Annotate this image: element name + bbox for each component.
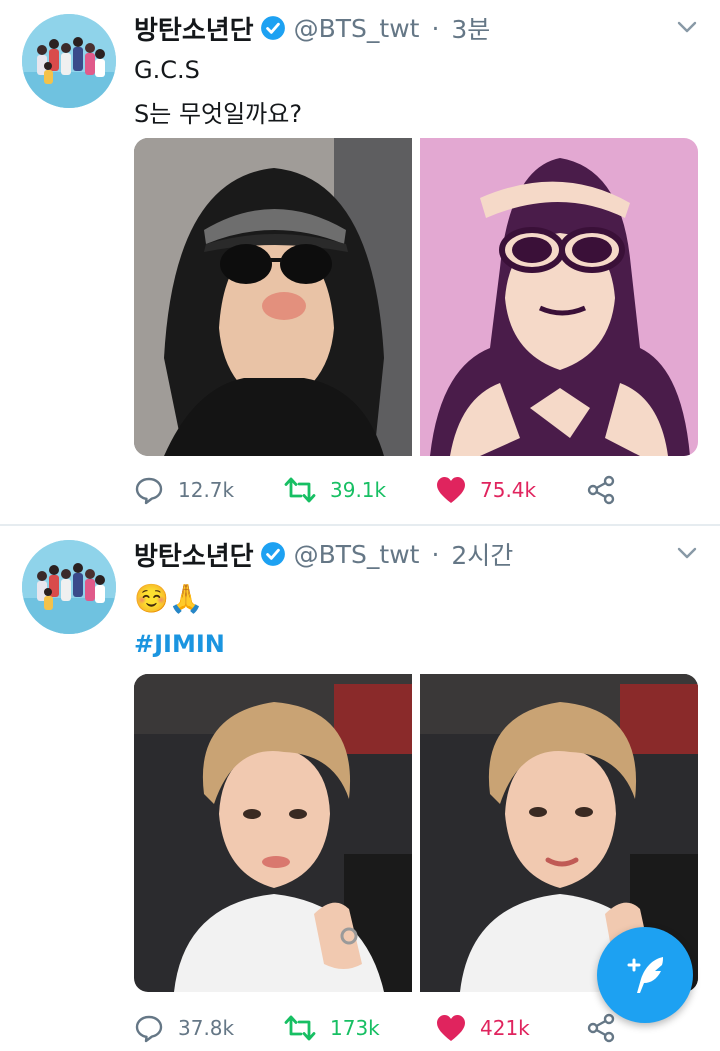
share-icon <box>587 475 615 505</box>
tweet-actions: 37.8k 173k 421k <box>134 1008 698 1048</box>
like-count: 75.4k <box>480 478 537 502</box>
author-handle[interactable]: @BTS_twt <box>294 540 420 569</box>
reply-button[interactable]: 37.8k <box>134 1008 234 1048</box>
tweet-header: 방탄소년단 @BTS_twt · 3분 <box>134 8 490 48</box>
avatar[interactable] <box>22 14 116 108</box>
retweet-icon <box>284 477 316 503</box>
separator-dot: · <box>431 13 440 43</box>
heart-icon <box>437 1015 465 1041</box>
heart-icon <box>437 477 465 503</box>
media-grid <box>134 138 698 456</box>
reply-button[interactable]: 12.7k <box>134 470 234 510</box>
separator-dot: · <box>431 539 440 569</box>
share-icon <box>587 1013 615 1043</box>
like-button[interactable]: 421k <box>436 1008 530 1048</box>
hashtag-link[interactable]: #JIMIN <box>134 630 225 658</box>
reply-count: 12.7k <box>178 478 235 502</box>
compose-tweet-button[interactable] <box>597 927 693 1023</box>
share-button[interactable] <box>586 1008 616 1048</box>
tweet-text-line-2: S는 무엇일까요? <box>134 100 303 128</box>
author-handle[interactable]: @BTS_twt <box>294 14 420 43</box>
reply-icon <box>135 1015 163 1043</box>
timestamp[interactable]: 2시간 <box>451 536 513 572</box>
chevron-down-icon[interactable] <box>676 16 698 38</box>
author-name[interactable]: 방탄소년단 <box>134 10 254 47</box>
tweet-1[interactable]: 방탄소년단 @BTS_twt · 3분 G.C.S S는 무엇일까요? 12.7… <box>0 0 720 524</box>
reply-icon <box>135 477 163 505</box>
retweet-count: 39.1k <box>330 478 387 502</box>
timestamp[interactable]: 3분 <box>451 10 490 46</box>
like-button[interactable]: 75.4k <box>436 470 536 510</box>
share-button[interactable] <box>586 470 616 510</box>
pop-art-illustration-pink[interactable] <box>420 138 698 456</box>
selfie-photo-1[interactable] <box>134 674 412 992</box>
retweet-button[interactable]: 173k <box>284 1008 380 1048</box>
retweet-icon <box>284 1015 316 1041</box>
retweet-count: 173k <box>330 1016 380 1040</box>
tweet-emoji: ☺️🙏 <box>134 582 204 615</box>
retweet-button[interactable]: 39.1k <box>284 470 386 510</box>
tweet-header: 방탄소년단 @BTS_twt · 2시간 <box>134 534 513 574</box>
like-count: 421k <box>480 1016 530 1040</box>
compose-tweet-icon <box>627 957 663 993</box>
tweet-actions: 12.7k 39.1k 75.4k <box>134 470 698 510</box>
chevron-down-icon[interactable] <box>676 542 698 564</box>
avatar[interactable] <box>22 540 116 634</box>
author-name[interactable]: 방탄소년단 <box>134 536 254 573</box>
verified-badge-icon <box>260 542 285 566</box>
photo-person-black-hoodie-sunglasses[interactable] <box>134 138 412 456</box>
reply-count: 37.8k <box>178 1016 235 1040</box>
verified-badge-icon <box>260 16 285 40</box>
tweet-text-line-1: G.C.S <box>134 56 200 84</box>
